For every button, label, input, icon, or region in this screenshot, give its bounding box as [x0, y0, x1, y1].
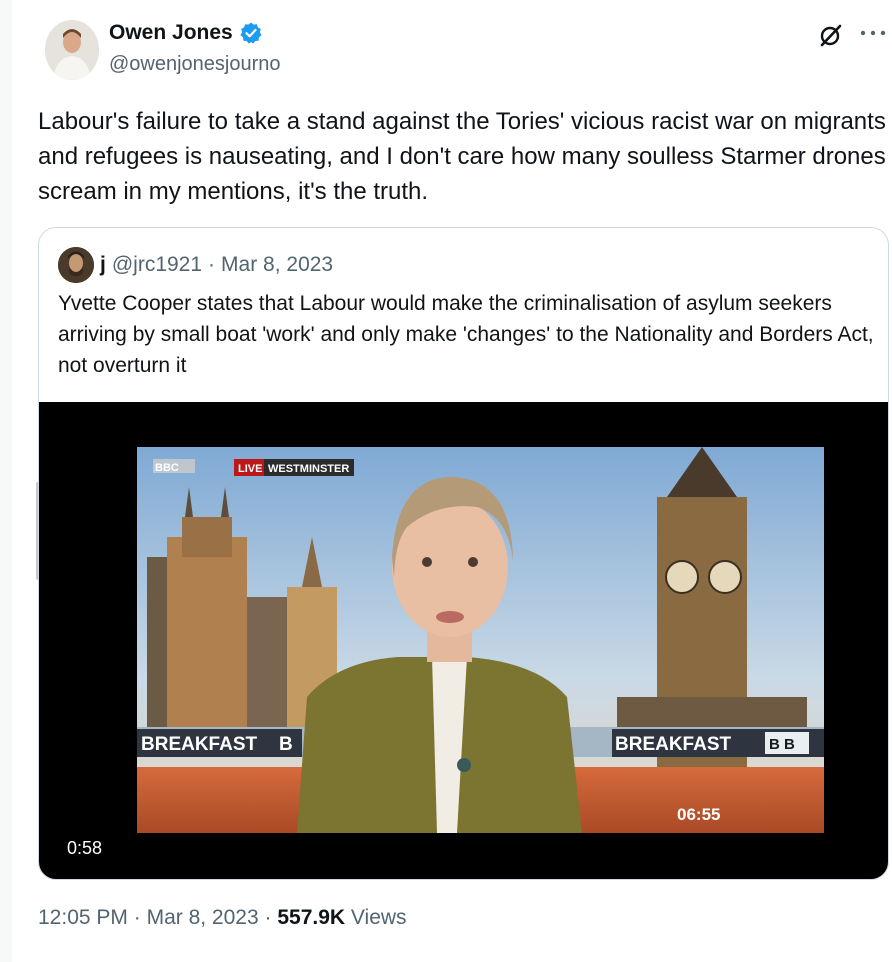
video-player[interactable]: BREAKFAST B BREAKFAST B B BBC LIVE WESTM… [39, 402, 888, 879]
author-name[interactable]: Owen Jones [109, 21, 233, 45]
banner-left-cut-text: B [279, 734, 293, 755]
quoted-avatar[interactable] [58, 247, 94, 283]
quoted-handle[interactable]: @jrc1921 [112, 253, 202, 277]
meta-separator-2: · [264, 906, 272, 929]
quoted-name[interactable]: j [100, 253, 106, 277]
tweet-time[interactable]: 12:05 PM [38, 906, 128, 930]
banner-left-text: BREAKFAST [141, 734, 258, 755]
verified-badge-icon [240, 22, 262, 44]
more-icon[interactable] [858, 26, 888, 40]
tweet-date[interactable]: Mar 8, 2023 [147, 906, 259, 930]
tweet-text: Labour's failure to take a stand against… [38, 108, 886, 205]
banner-right-text: BREAKFAST [615, 734, 732, 755]
quoted-text: Yvette Cooper states that Labour would m… [58, 292, 874, 377]
clock-text: 06:55 [677, 805, 720, 824]
quoted-separator: · [208, 253, 216, 276]
channel-logo-text: BBC [155, 462, 179, 474]
quoted-header: j @jrc1921 · Mar 8, 2023 [58, 247, 333, 283]
views-count[interactable]: 557.9K [277, 906, 345, 930]
quoted-tweet-card[interactable]: j @jrc1921 · Mar 8, 2023 Yvette Cooper s… [38, 227, 889, 880]
grok-icon[interactable] [818, 22, 844, 48]
author-name-row: Owen Jones [109, 21, 263, 45]
author-avatar[interactable] [45, 20, 99, 80]
quoted-date[interactable]: Mar 8, 2023 [221, 253, 333, 277]
video-frame: BREAKFAST B BREAKFAST B B BBC LIVE WESTM… [137, 447, 824, 833]
views-label[interactable]: Views [351, 906, 407, 930]
video-duration: 0:58 [59, 836, 111, 861]
tweet-meta: 12:05 PM · Mar 8, 2023 · 557.9K Views [38, 906, 407, 930]
page-left-gutter [0, 0, 12, 962]
author-handle[interactable]: @owenjonesjourno [109, 53, 281, 76]
meta-separator: · [133, 906, 141, 929]
banner-right-logo: B B [769, 736, 795, 753]
location-badge-text: WESTMINSTER [268, 463, 349, 475]
live-badge-text: LIVE [238, 463, 262, 475]
